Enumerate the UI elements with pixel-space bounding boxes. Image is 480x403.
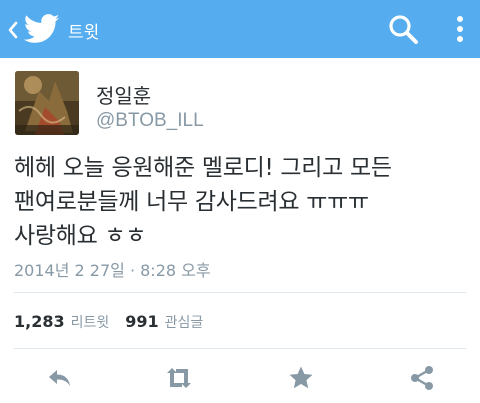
retweet-count[interactable]: 1,283: [14, 312, 65, 331]
app-bar: 트윗: [0, 0, 480, 58]
tweet-text: 헤헤 오늘 응원해준 멜로디! 그리고 모든 팬여로분들께 너무 감사드려요 ㅠ…: [14, 155, 392, 249]
tweet-actions: [0, 360, 480, 396]
divider: [14, 348, 466, 349]
chevron-left-icon[interactable]: [6, 20, 20, 40]
retweet-label[interactable]: 리트윗: [71, 312, 110, 332]
favorite-label[interactable]: 관심글: [165, 312, 204, 332]
more-vertical-icon[interactable]: [450, 12, 470, 46]
star-icon[interactable]: [287, 364, 315, 392]
retweet-icon[interactable]: [165, 364, 193, 392]
avatar-image: [15, 71, 79, 135]
avatar[interactable]: [15, 71, 79, 135]
tweet-timestamp: 2014년 2 27일 · 8:28 오후: [14, 261, 211, 280]
divider: [14, 292, 466, 293]
search-icon[interactable]: [386, 12, 420, 46]
favorite-count[interactable]: 991: [125, 312, 158, 331]
twitter-bird-icon[interactable]: [24, 14, 60, 44]
reply-icon[interactable]: [46, 364, 74, 392]
share-icon[interactable]: [408, 364, 436, 392]
tweet-stats: 1,283 리트윗 991 관심글: [14, 312, 219, 332]
display-name[interactable]: 정일훈: [96, 80, 151, 109]
page-title: 트윗: [68, 23, 100, 43]
user-handle[interactable]: @BTOB_ILL: [96, 110, 204, 132]
